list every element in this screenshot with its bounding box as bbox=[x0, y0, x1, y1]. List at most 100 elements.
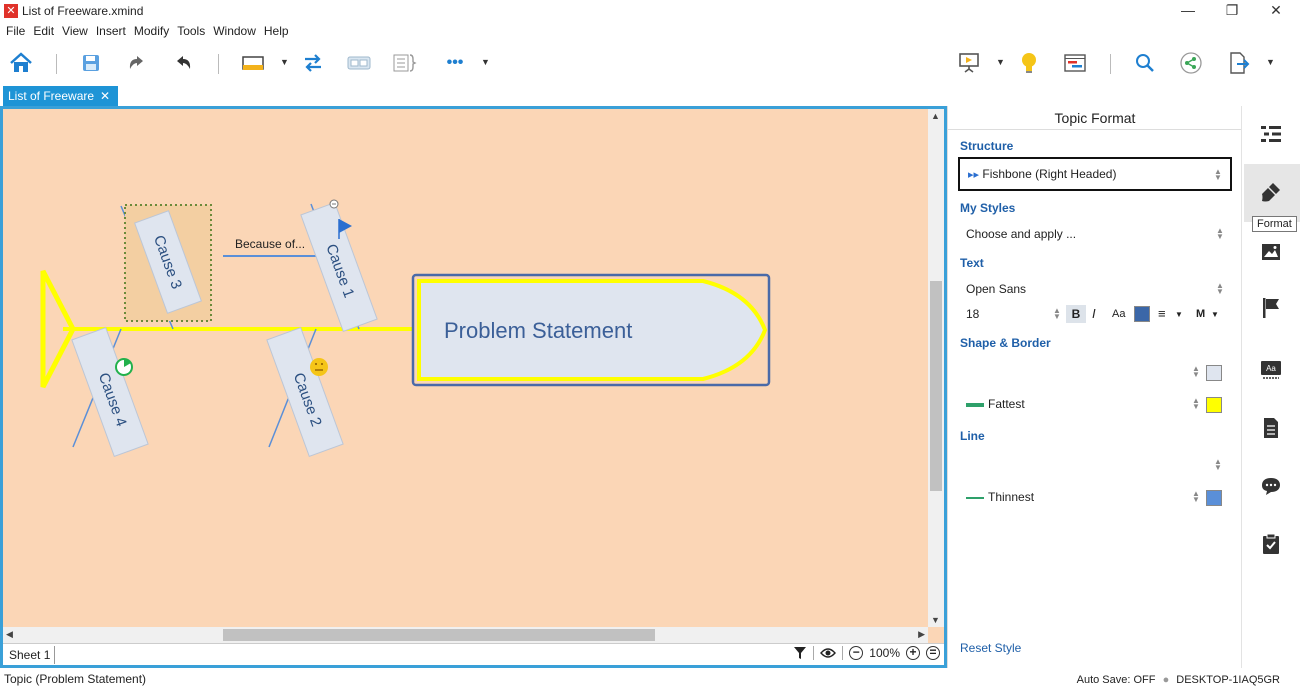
gantt-icon[interactable] bbox=[1062, 50, 1088, 76]
zoom-out-icon[interactable]: − bbox=[849, 646, 864, 660]
text-size-m-button[interactable]: M bbox=[1196, 305, 1205, 323]
share-icon[interactable] bbox=[1178, 50, 1204, 76]
line-width-updown-icon: ▲ ▼ bbox=[1192, 489, 1200, 504]
line-width-select[interactable]: Thinnest ▲ ▼ bbox=[958, 486, 1232, 508]
text-case-button[interactable]: Aa bbox=[1112, 305, 1125, 323]
zoom-level[interactable]: 100% bbox=[869, 646, 900, 660]
svg-text:Aa: Aa bbox=[1266, 364, 1276, 373]
menu-edit[interactable]: Edit bbox=[29, 22, 58, 40]
topic-icon[interactable] bbox=[240, 50, 266, 76]
marker-flag-icon[interactable] bbox=[1257, 294, 1285, 322]
brainstorm-lightbulb-icon[interactable] bbox=[1016, 50, 1042, 76]
italic-button[interactable]: I bbox=[1092, 305, 1096, 323]
menu-window[interactable]: Window bbox=[209, 22, 260, 40]
my-styles-value: Choose and apply ... bbox=[966, 227, 1077, 241]
sheet-tab[interactable]: Sheet 1 bbox=[5, 646, 56, 664]
shape-fill-swatch[interactable] bbox=[1206, 365, 1222, 381]
canvas-frame: Cause 3 Because of... Cause 1 Cause 4 Ca… bbox=[0, 106, 947, 668]
filter-icon[interactable] bbox=[793, 646, 807, 660]
structure-section-title: Structure bbox=[960, 139, 1014, 153]
format-tooltip: Format bbox=[1252, 216, 1297, 232]
relationship-icon[interactable] bbox=[300, 50, 326, 76]
vertical-scrollbar[interactable]: ▲ ▼ bbox=[928, 109, 944, 627]
fishbone-diagram: Cause 3 Because of... Cause 1 Cause 4 Ca… bbox=[40, 199, 771, 458]
text-align-caret[interactable]: ▼ bbox=[1175, 310, 1183, 319]
menu-insert[interactable]: Insert bbox=[92, 22, 130, 40]
home-icon[interactable] bbox=[8, 50, 34, 76]
topic-cause-4[interactable]: Cause 4 bbox=[71, 326, 149, 458]
line-shape-select[interactable]: ▲ ▼ bbox=[958, 454, 1232, 476]
topic-dropdown-caret[interactable]: ▼ bbox=[280, 57, 289, 67]
summary-icon[interactable] bbox=[392, 50, 418, 76]
menu-tools[interactable]: Tools bbox=[173, 22, 209, 40]
restore-button[interactable]: ❐ bbox=[1212, 0, 1252, 22]
comments-icon[interactable] bbox=[1257, 472, 1285, 500]
border-width-preview bbox=[966, 402, 984, 407]
scroll-left-icon[interactable]: ◀ bbox=[6, 629, 13, 640]
presentation-dropdown-caret[interactable]: ▼ bbox=[996, 57, 1005, 67]
text-color-swatch[interactable] bbox=[1134, 306, 1150, 322]
text-align-button[interactable]: ≡ bbox=[1158, 305, 1166, 323]
font-family-select[interactable]: Open Sans ▲ ▼ bbox=[958, 278, 1232, 300]
vertical-scroll-thumb[interactable] bbox=[930, 281, 942, 491]
reset-style-link[interactable]: Reset Style bbox=[960, 641, 1021, 655]
window-title: List of Freeware.xmind bbox=[22, 4, 144, 18]
save-icon[interactable] bbox=[78, 50, 104, 76]
minimize-button[interactable]: — bbox=[1168, 0, 1208, 22]
zoom-fit-icon[interactable]: = bbox=[926, 646, 940, 660]
relationship-label[interactable]: Because of... bbox=[235, 237, 305, 251]
scroll-right-icon[interactable]: ▶ bbox=[918, 629, 925, 640]
scroll-down-icon[interactable]: ▼ bbox=[931, 615, 940, 625]
line-width-preview bbox=[966, 496, 984, 499]
bold-button[interactable]: B bbox=[1066, 305, 1086, 323]
mindmap-canvas[interactable]: Cause 3 Because of... Cause 1 Cause 4 Ca… bbox=[3, 109, 928, 627]
border-color-swatch[interactable] bbox=[1206, 397, 1222, 413]
tab-list-of-freeware[interactable]: List of Freeware ✕ bbox=[3, 86, 119, 106]
line-shape-updown-icon: ▲ ▼ bbox=[1214, 457, 1222, 472]
export-dropdown-caret[interactable]: ▼ bbox=[1266, 57, 1275, 67]
more-dropdown-caret[interactable]: ▼ bbox=[481, 57, 490, 67]
text-size-caret[interactable]: ▼ bbox=[1211, 310, 1219, 319]
tab-label: List of Freeware bbox=[8, 89, 95, 103]
scroll-up-icon[interactable]: ▲ bbox=[931, 111, 940, 121]
line-color-swatch[interactable] bbox=[1206, 490, 1222, 506]
close-window-button[interactable]: ✕ bbox=[1256, 0, 1296, 22]
tab-close-icon[interactable]: ✕ bbox=[100, 86, 110, 106]
outliner-icon[interactable] bbox=[1257, 120, 1285, 148]
xmind-logo-icon: ✕ bbox=[4, 4, 18, 18]
zoom-in-icon[interactable]: + bbox=[906, 646, 920, 660]
boundary-icon[interactable] bbox=[346, 50, 372, 76]
more-icon[interactable]: ••• bbox=[442, 50, 468, 76]
export-icon[interactable] bbox=[1226, 50, 1252, 76]
eye-icon[interactable] bbox=[820, 647, 837, 659]
horizontal-scroll-thumb[interactable] bbox=[223, 629, 655, 641]
font-size-value: 18 bbox=[966, 307, 980, 321]
redo-icon[interactable] bbox=[170, 50, 196, 76]
task-clipboard-icon[interactable] bbox=[1257, 530, 1285, 558]
menu-file[interactable]: File bbox=[0, 22, 29, 40]
search-icon[interactable] bbox=[1132, 50, 1158, 76]
shape-select[interactable]: ▲ ▼ bbox=[958, 361, 1232, 383]
toolbar-separator bbox=[218, 54, 219, 74]
my-styles-select[interactable]: Choose and apply ... ▲ ▼ bbox=[958, 223, 1232, 245]
presentation-icon[interactable] bbox=[956, 50, 982, 76]
notes-icon[interactable] bbox=[1257, 414, 1285, 442]
font-family-updown-icon: ▲ ▼ bbox=[1216, 281, 1224, 296]
topic-cause-2[interactable]: Cause 2 bbox=[266, 326, 344, 458]
format-brush-icon[interactable] bbox=[1257, 178, 1285, 206]
menu-help[interactable]: Help bbox=[260, 22, 293, 40]
structure-select[interactable]: ▸▸ Fishbone (Right Headed) ▲ ▼ bbox=[958, 157, 1232, 191]
image-icon[interactable] bbox=[1257, 238, 1285, 266]
text-style-icon[interactable]: Aa bbox=[1257, 356, 1285, 384]
central-topic-label[interactable]: Problem Statement bbox=[444, 318, 632, 343]
menu-view[interactable]: View bbox=[58, 22, 92, 40]
menu-modify[interactable]: Modify bbox=[130, 22, 173, 40]
text-section-title: Text bbox=[960, 256, 984, 270]
border-updown-icon: ▲ ▼ bbox=[1192, 396, 1200, 411]
horizontal-scrollbar[interactable]: ◀ ▶ bbox=[3, 627, 928, 643]
undo-icon[interactable] bbox=[124, 50, 150, 76]
autosave-status[interactable]: Auto Save: OFF bbox=[1077, 674, 1156, 686]
progress-icon bbox=[115, 358, 133, 376]
font-size-input[interactable]: 18 ▲ ▼ bbox=[958, 303, 1061, 325]
border-width-select[interactable]: Fattest ▲ ▼ bbox=[958, 393, 1232, 415]
